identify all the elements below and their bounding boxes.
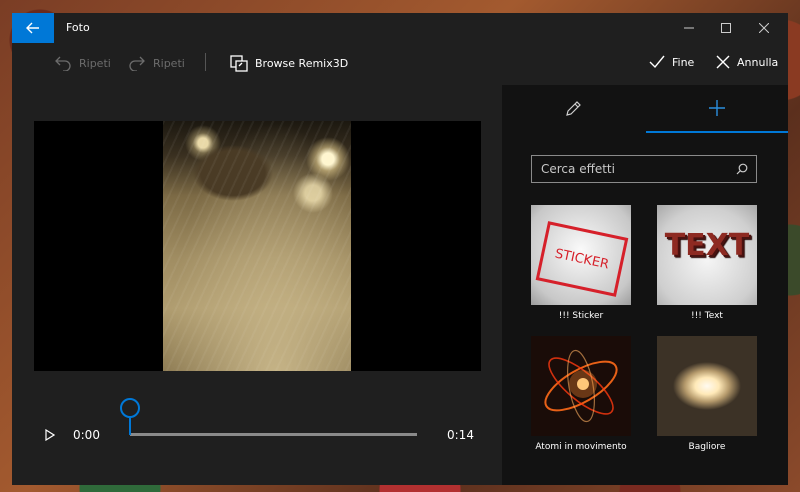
effect-thumbnail [657,336,757,436]
undo-button[interactable]: Ripeti [54,55,111,71]
video-frame [163,121,351,371]
checkmark-icon [649,55,665,69]
undo-icon [55,56,71,71]
effect-label: !!! Text [691,311,723,321]
plus-icon [709,100,725,116]
tab-add[interactable] [646,85,788,131]
app-title: Foto [66,21,90,34]
toolbar-divider [205,53,206,71]
maximize-icon [721,23,731,33]
effect-label: Bagliore [688,442,726,452]
redo-label: Ripeti [153,56,185,70]
scrubber-track[interactable] [130,433,417,436]
minimize-button[interactable] [671,13,707,43]
redo-icon [129,56,145,71]
scrubber-handle[interactable] [120,398,140,435]
close-icon [759,23,769,33]
search-icon[interactable] [736,163,748,175]
pencil-icon [565,101,581,116]
close-icon [716,55,730,69]
current-time: 0:00 [73,428,100,442]
cancel-label: Annulla [737,55,779,69]
effect-glow[interactable]: Bagliore [657,336,757,452]
undo-label: Ripeti [79,56,111,70]
atoms-graphic [544,349,618,423]
effect-moving-atoms[interactable]: Atomi in movimento [531,336,631,452]
video-preview [34,121,481,371]
done-button[interactable]: Fine [649,55,694,69]
browse-remix3d-button[interactable]: Browse Remix3D [230,55,348,72]
redo-button[interactable]: Ripeti [128,55,185,71]
search-input[interactable]: Cerca effetti [532,162,736,176]
play-button[interactable] [42,427,58,443]
sticker-thumb-text: STICKER [553,245,611,273]
effect-text[interactable]: TEXT !!! Text [657,205,757,321]
cancel-button[interactable]: Annulla [716,55,778,69]
title-bar: Foto [12,13,788,43]
arrow-left-icon [26,22,39,34]
timeline: 0:00 0:14 [12,393,502,453]
effect-thumbnail: STICKER [531,205,631,305]
browse-remix3d-label: Browse Remix3D [255,57,349,70]
tab-edit[interactable] [502,85,645,131]
effect-label: !!! Sticker [558,311,604,321]
search-box[interactable]: Cerca effetti [531,155,757,183]
effect-thumbnail: TEXT [657,205,757,305]
text-thumb-text: TEXT [664,227,750,263]
play-icon [45,429,55,441]
total-time: 0:14 [447,428,474,442]
effect-sticker[interactable]: STICKER !!! Sticker [531,205,631,321]
remix3d-icon [230,55,248,72]
back-button[interactable] [12,13,54,43]
close-button[interactable] [746,13,782,43]
app-window: Foto Ripeti Ripeti Browse Remix3D Fine A… [12,13,788,485]
effect-label: Atomi in movimento [535,442,627,452]
active-tab-indicator [646,131,788,133]
maximize-button[interactable] [708,13,744,43]
effects-panel: Cerca effetti STICKER !!! Sticker TEXT !… [502,85,788,485]
toolbar: Ripeti Ripeti Browse Remix3D Fine Annull… [12,43,788,85]
effect-thumbnail [531,336,631,436]
done-label: Fine [672,55,695,69]
minimize-icon [684,27,694,29]
